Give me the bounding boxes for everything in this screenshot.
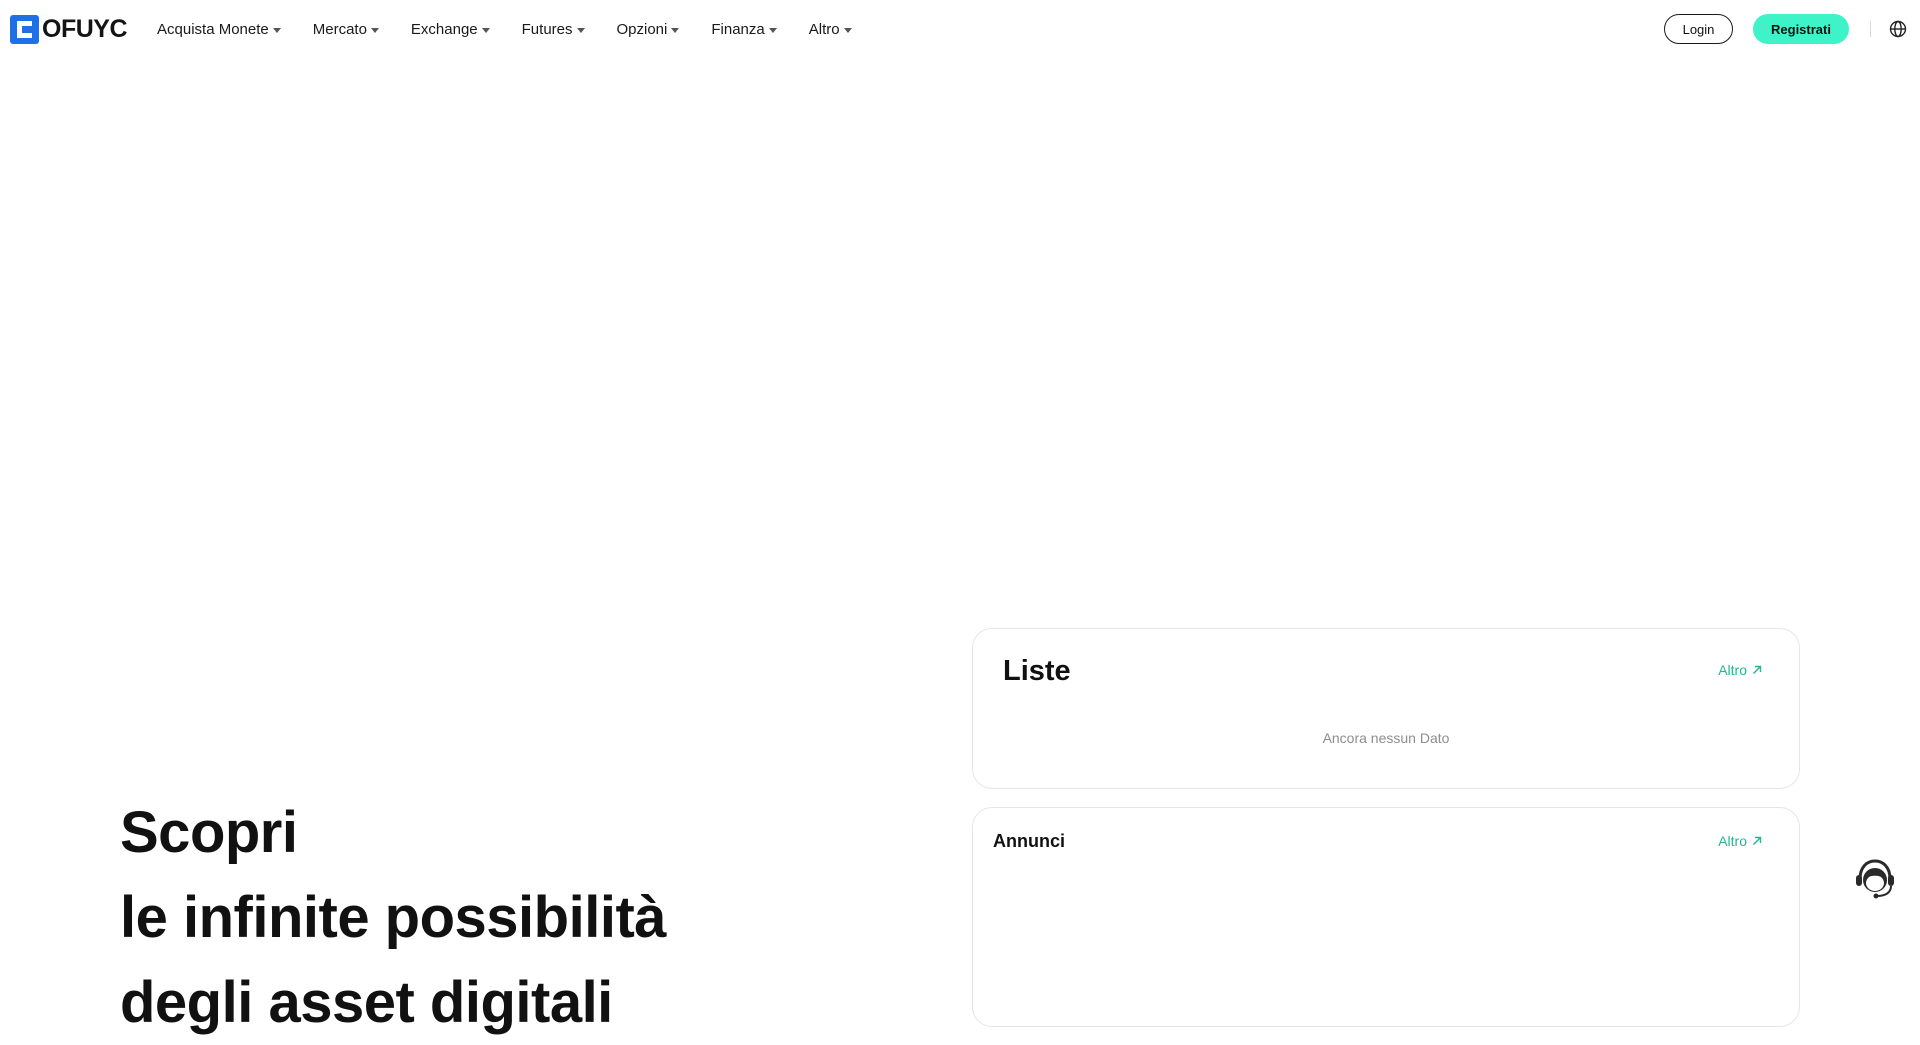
caret-down-icon bbox=[843, 27, 852, 33]
caret-down-icon bbox=[272, 27, 281, 33]
nav-divider bbox=[1870, 21, 1871, 37]
top-navbar: OFUYC Acquista Monete Mercato Exchange F… bbox=[0, 0, 1920, 58]
liste-more-link[interactable]: Altro bbox=[1718, 662, 1763, 678]
brand-logo[interactable]: OFUYC bbox=[10, 14, 128, 44]
nav-item-altro[interactable]: Altro bbox=[809, 21, 852, 38]
nav-item-mercato[interactable]: Mercato bbox=[313, 21, 379, 38]
hero-line: Scopri bbox=[120, 800, 298, 865]
globe-icon[interactable] bbox=[1889, 20, 1907, 38]
main-nav: Acquista Monete Mercato Exchange Futures… bbox=[157, 0, 884, 58]
nav-item-label: Mercato bbox=[312, 20, 367, 38]
annunci-title: Annunci bbox=[993, 831, 1065, 851]
nav-item-opzioni[interactable]: Opzioni bbox=[617, 21, 680, 38]
liste-card: Liste Altro Ancora nessun Dato bbox=[972, 628, 1800, 789]
annunci-more-link[interactable]: Altro bbox=[1718, 833, 1763, 849]
caret-down-icon bbox=[768, 27, 777, 33]
hero-line: le infinite possibilità bbox=[120, 885, 667, 950]
caret-down-icon bbox=[370, 27, 379, 33]
customer-support-icon[interactable] bbox=[1853, 857, 1897, 903]
caret-down-icon bbox=[481, 27, 490, 33]
hero-headline: Scopri le infinite possibilità degli ass… bbox=[120, 790, 880, 1045]
hero-line: degli asset digitali bbox=[120, 970, 613, 1035]
nav-item-label: Exchange bbox=[410, 20, 478, 38]
more-link-label: Altro bbox=[1718, 662, 1747, 678]
nav-item-label: Opzioni bbox=[616, 20, 668, 38]
register-button[interactable]: Registrati bbox=[1753, 14, 1849, 44]
brand-name: OFUYC bbox=[42, 14, 128, 43]
arrow-up-right-icon bbox=[1753, 665, 1762, 674]
nav-item-label: Acquista Monete bbox=[157, 20, 269, 38]
brand-logo-icon bbox=[10, 14, 39, 44]
nav-item-exchange[interactable]: Exchange bbox=[411, 21, 490, 38]
empty-state-text: Ancora nessun Dato bbox=[1322, 730, 1450, 746]
nav-item-label: Finanza bbox=[711, 20, 765, 38]
more-link-label: Altro bbox=[1718, 833, 1747, 849]
annunci-card: Annunci Altro bbox=[972, 807, 1800, 1027]
liste-title: Liste bbox=[1003, 655, 1071, 687]
login-button[interactable]: Login bbox=[1664, 14, 1733, 44]
caret-down-icon bbox=[576, 27, 585, 33]
caret-down-icon bbox=[671, 27, 680, 33]
nav-item-label: Futures bbox=[521, 20, 573, 38]
nav-item-finanza[interactable]: Finanza bbox=[711, 20, 777, 38]
nav-item-acquista-monete[interactable]: Acquista Monete bbox=[157, 21, 281, 38]
nav-item-futures[interactable]: Futures bbox=[522, 21, 585, 38]
nav-item-label: Altro bbox=[808, 20, 840, 38]
arrow-up-right-icon bbox=[1753, 836, 1762, 845]
